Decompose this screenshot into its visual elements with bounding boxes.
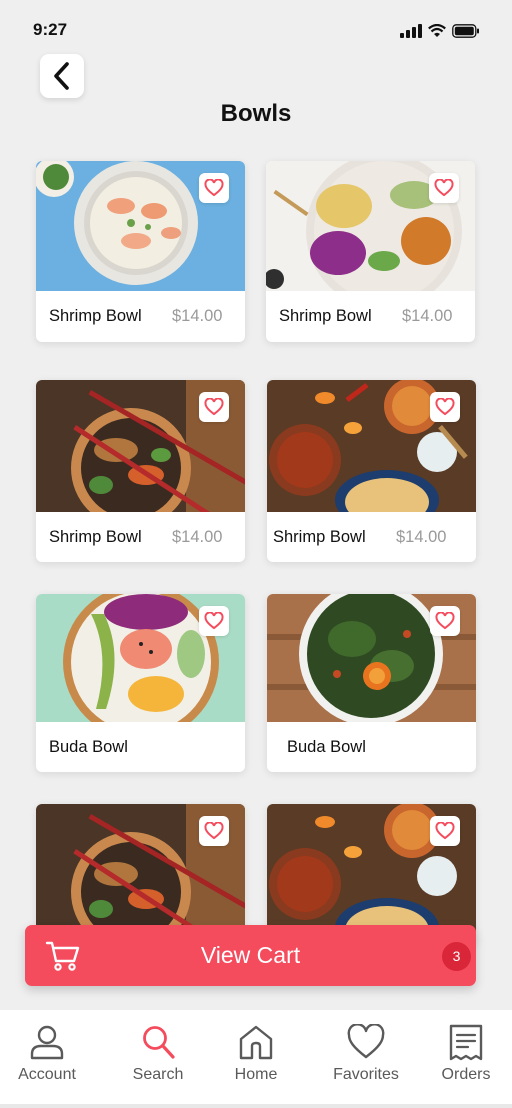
product-card[interactable] [36, 804, 245, 944]
cart-count-badge: 3 [442, 942, 471, 971]
receipt-icon [448, 1024, 484, 1067]
product-price: $14.00 [396, 527, 447, 546]
tab-label: Home [234, 1066, 278, 1083]
heart-icon [435, 398, 455, 416]
product-name: Buda Bowl [287, 737, 366, 756]
tab-favorites[interactable]: Favorites [316, 1010, 416, 1108]
wifi-icon [428, 24, 446, 37]
tab-label: Favorites [333, 1066, 399, 1083]
favorite-button[interactable] [199, 392, 229, 422]
status-time: 9:27 [33, 20, 68, 39]
page-title: Bowls [220, 100, 292, 127]
heart-icon [434, 179, 454, 197]
home-indicator [0, 1104, 512, 1108]
product-name: Shrimp Bowl [273, 527, 366, 546]
search-icon [140, 1024, 176, 1065]
heart-icon [204, 398, 224, 416]
favorite-button[interactable] [199, 816, 229, 846]
status-bar: 9:27 [0, 0, 512, 50]
product-card[interactable]: Shrimp Bowl $14.00 [266, 161, 475, 342]
favorite-button[interactable] [429, 173, 459, 203]
heart-icon [204, 822, 224, 840]
product-info: Shrimp Bowl $14.00 [266, 291, 475, 342]
favorite-button[interactable] [199, 606, 229, 636]
heart-icon [347, 1023, 385, 1065]
view-cart-button[interactable]: View Cart 3 [25, 925, 476, 986]
heart-icon [204, 612, 224, 630]
product-name: Shrimp Bowl [279, 307, 372, 325]
favorite-button[interactable] [430, 816, 460, 846]
favorite-button[interactable] [430, 392, 460, 422]
product-card[interactable]: Buda Bowl [267, 594, 476, 772]
product-price: $14.00 [172, 307, 223, 325]
chevron-left-icon [54, 62, 69, 90]
favorite-button[interactable] [199, 173, 229, 203]
product-card[interactable]: Shrimp Bowl $14.00 [267, 380, 476, 562]
product-name: Shrimp Bowl [49, 527, 142, 546]
product-info: Shrimp Bowl $14.00 [267, 512, 476, 562]
tab-bar: Account Search Home Favorites Orders [0, 1010, 512, 1108]
tab-orders[interactable]: Orders [416, 1010, 512, 1108]
product-info: Buda Bowl [36, 722, 245, 772]
product-card[interactable]: Buda Bowl [36, 594, 245, 772]
product-info: Shrimp Bowl $14.00 [36, 291, 245, 342]
product-info: Buda Bowl [267, 722, 476, 772]
tab-search[interactable]: Search [108, 1010, 208, 1108]
product-name: Buda Bowl [49, 737, 128, 756]
product-price: $14.00 [402, 307, 453, 325]
product-card[interactable] [267, 804, 476, 944]
favorite-button[interactable] [430, 606, 460, 636]
battery-icon [452, 24, 479, 38]
product-name: Shrimp Bowl [49, 307, 142, 325]
tab-label: Search [132, 1066, 184, 1083]
heart-icon [435, 822, 455, 840]
person-icon [29, 1024, 65, 1065]
view-cart-label: View Cart [200, 942, 301, 968]
product-info: Shrimp Bowl $14.00 [36, 512, 245, 562]
heart-icon [204, 179, 224, 197]
home-icon [238, 1024, 274, 1065]
product-card[interactable]: Shrimp Bowl $14.00 [36, 161, 245, 342]
tab-label: Orders [441, 1066, 491, 1083]
tab-label: Account [18, 1066, 76, 1083]
heart-icon [435, 612, 455, 630]
tab-account[interactable]: Account [0, 1010, 97, 1108]
product-price: $14.00 [172, 527, 223, 546]
signal-icon [400, 24, 422, 38]
status-icons [400, 24, 480, 38]
product-card[interactable]: Shrimp Bowl $14.00 [36, 380, 245, 562]
back-button[interactable] [40, 54, 84, 98]
tab-home[interactable]: Home [206, 1010, 306, 1108]
